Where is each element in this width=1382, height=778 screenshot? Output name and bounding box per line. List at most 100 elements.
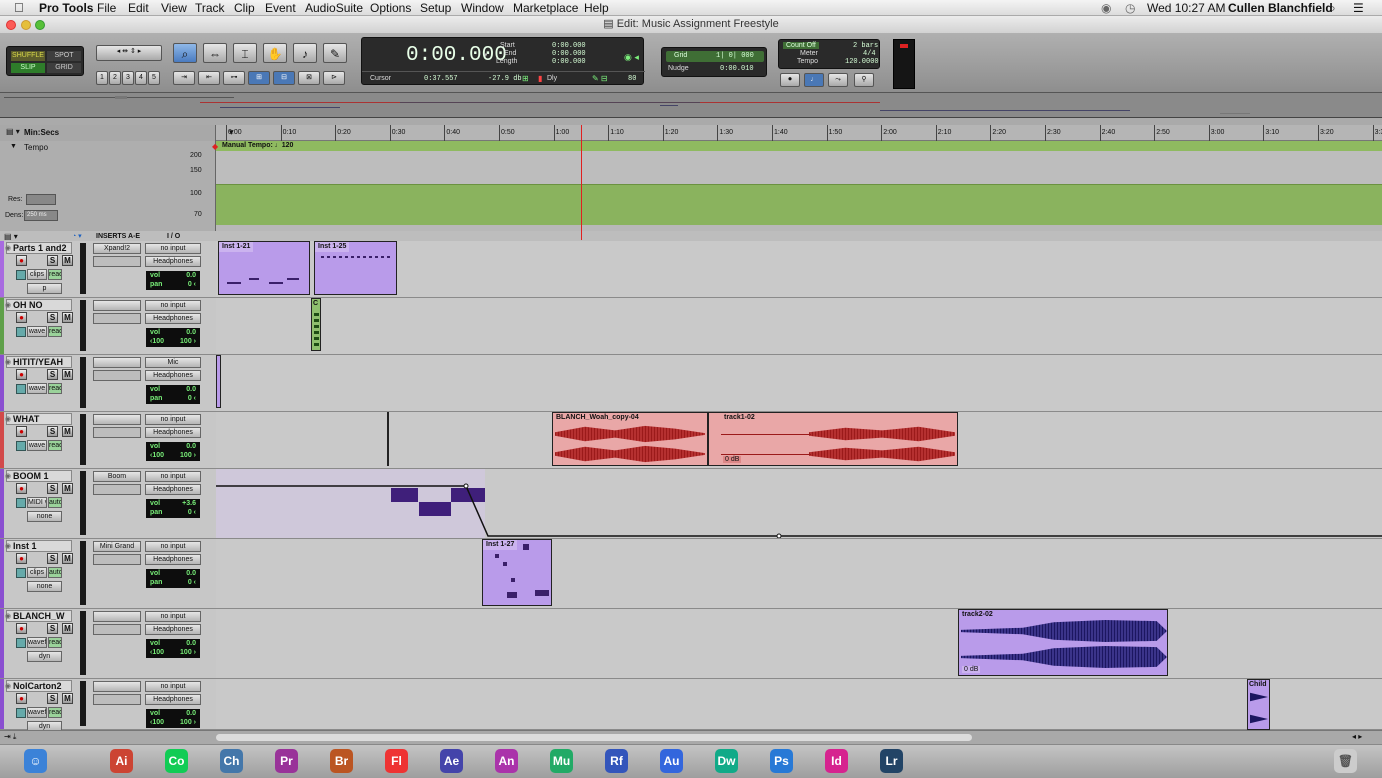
- selector-tool-icon[interactable]: ⌶: [233, 43, 257, 63]
- clip-track1-02[interactable]: track1-02 0 dB: [708, 412, 958, 466]
- clip-inst-1-21[interactable]: Inst 1-21: [218, 241, 310, 295]
- clip-hitit[interactable]: [216, 355, 221, 408]
- insert-slot-b[interactable]: [93, 427, 141, 438]
- track-row[interactable]: Inst 1 ◉ ● S M clips auto read Mini Gran…: [0, 539, 1382, 609]
- dock-app-icon[interactable]: Fl: [385, 749, 408, 773]
- insert-slot-b[interactable]: [93, 256, 141, 267]
- clip-gain[interactable]: 0 dB: [723, 456, 742, 463]
- zoom-preset-4[interactable]: 4: [135, 71, 147, 85]
- volume-pan-display[interactable]: vol 0.0 ‹100 100 ›: [146, 639, 200, 658]
- track-row[interactable]: OH NO ◉ ● S M wave read no input Headpho…: [0, 298, 1382, 355]
- link-timeline-icon[interactable]: ⇤: [198, 71, 220, 85]
- menu-app-name[interactable]: Pro Tools: [39, 0, 93, 16]
- track-view-selector[interactable]: wave: [27, 383, 47, 394]
- zoom-preset-2[interactable]: 2: [109, 71, 121, 85]
- boom-automation-line[interactable]: [216, 468, 1382, 538]
- volume-value[interactable]: +3.6: [182, 500, 196, 508]
- notifications-icon[interactable]: ☰: [1353, 0, 1364, 16]
- dock-app-icon[interactable]: Pr: [275, 749, 298, 773]
- automation-mode-selector[interactable]: auto read: [48, 497, 62, 508]
- minimize-window-button[interactable]: [21, 20, 31, 30]
- mute-button[interactable]: M: [62, 553, 73, 564]
- automation-mode-selector[interactable]: read: [48, 326, 62, 337]
- pre-post-roll-icon[interactable]: ◉ ◂: [624, 52, 639, 63]
- wifi-icon[interactable]: ◉: [1101, 0, 1111, 16]
- slip-mode-button[interactable]: SLIP: [11, 63, 45, 73]
- track-list-menu-icon[interactable]: ▤ ▾: [4, 232, 18, 241]
- link-track-icon[interactable]: ⊶: [223, 71, 245, 85]
- trim-tool-icon[interactable]: ⇔: [203, 43, 227, 63]
- zoom-preset-3[interactable]: 3: [122, 71, 134, 85]
- solo-button[interactable]: S: [47, 483, 58, 494]
- menu-view[interactable]: View: [161, 0, 187, 16]
- volume-value[interactable]: 0.0: [186, 386, 196, 394]
- elastic-audio-icon[interactable]: [16, 568, 26, 578]
- scrubber-tool-icon[interactable]: ♪: [293, 43, 317, 63]
- timemachine-icon[interactable]: ◷: [1125, 0, 1135, 16]
- pan-right[interactable]: 0 ‹: [188, 395, 196, 403]
- track-name[interactable]: HITIT/YEAH: [6, 356, 72, 368]
- menu-file[interactable]: File: [97, 0, 116, 16]
- menu-help[interactable]: Help: [584, 0, 609, 16]
- track-name[interactable]: OH NO: [6, 299, 72, 311]
- pan-left[interactable]: pan: [150, 281, 162, 289]
- track-view-selector[interactable]: clips: [27, 269, 47, 280]
- track-name[interactable]: Inst 1: [6, 540, 72, 552]
- count-off-button[interactable]: Count Off: [783, 42, 819, 49]
- menu-window[interactable]: Window: [461, 0, 504, 16]
- volume-pan-display[interactable]: vol +3.6 pan 0 ‹: [146, 499, 200, 518]
- midi-merge-icon[interactable]: ⤳: [828, 73, 848, 87]
- track-select-icon[interactable]: ◉: [5, 358, 11, 366]
- track-select-icon[interactable]: ◉: [5, 682, 11, 690]
- track-row[interactable]: HITIT/YEAH ◉ ● S M wave read Mic Headpho…: [0, 355, 1382, 412]
- elastic-audio-icon[interactable]: [16, 270, 26, 280]
- solo-button[interactable]: S: [47, 553, 58, 564]
- clip-inst-1-25[interactable]: Inst 1-25: [314, 241, 397, 295]
- meter-value[interactable]: 4/4: [863, 50, 876, 58]
- volume-pan-display[interactable]: vol 0.0 pan 0 ‹: [146, 569, 200, 588]
- track-select-icon[interactable]: ◉: [5, 415, 11, 423]
- insertion-follows-icon[interactable]: ⊟: [273, 71, 295, 85]
- menu-event[interactable]: Event: [265, 0, 296, 16]
- playhead-cursor-icon[interactable]: ▾: [229, 127, 234, 138]
- dock-app-icon[interactable]: An: [495, 749, 518, 773]
- pan-left[interactable]: pan: [150, 579, 162, 587]
- clip-child[interactable]: Child: [1247, 679, 1270, 730]
- output-selector[interactable]: Headphones: [145, 484, 201, 495]
- length-value[interactable]: 0:00.000: [552, 58, 586, 66]
- grid-mode-button[interactable]: GRID: [47, 63, 81, 73]
- pan-left[interactable]: ‹100: [150, 338, 164, 346]
- record-arm-icon[interactable]: ●: [16, 483, 27, 494]
- record-arm-icon[interactable]: ●: [16, 623, 27, 634]
- pan-right[interactable]: 100 ›: [180, 649, 196, 657]
- insert-slot-b[interactable]: [93, 694, 141, 705]
- counter-dropdown-icon[interactable]: ▾: [484, 51, 488, 59]
- record-arm-icon[interactable]: ●: [16, 255, 27, 266]
- track-view2-selector[interactable]: dyn: [27, 651, 62, 662]
- clip-oh-no[interactable]: C: [311, 298, 321, 351]
- insert-slot-a[interactable]: Boom: [93, 471, 141, 482]
- solo-button[interactable]: S: [47, 426, 58, 437]
- track-name[interactable]: BLANCH_W: [6, 610, 72, 622]
- solo-button[interactable]: S: [47, 255, 58, 266]
- output-selector[interactable]: Headphones: [145, 256, 201, 267]
- dock-app-icon[interactable]: Br: [330, 749, 353, 773]
- track-view2-selector[interactable]: p: [27, 283, 62, 294]
- edit-pencil-icon[interactable]: ✎ ⊟: [592, 74, 608, 83]
- zoom-preset-5[interactable]: 5: [148, 71, 160, 85]
- pan-right[interactable]: 0 ‹: [188, 579, 196, 587]
- pan-right[interactable]: 0 ‹: [188, 509, 196, 517]
- track-select-icon[interactable]: ◉: [5, 542, 11, 550]
- pan-right[interactable]: 100 ›: [180, 452, 196, 460]
- insert-slot-a[interactable]: [93, 300, 141, 311]
- mute-button[interactable]: M: [62, 426, 73, 437]
- track-select-icon[interactable]: ◉: [5, 244, 11, 252]
- mute-button[interactable]: M: [62, 312, 73, 323]
- track-select-icon[interactable]: ◉: [5, 472, 11, 480]
- pan-left[interactable]: pan: [150, 509, 162, 517]
- count-off-value[interactable]: 2 bars: [853, 42, 878, 50]
- dock-app-icon[interactable]: Id: [825, 749, 848, 773]
- volume-value[interactable]: 0.0: [186, 329, 196, 337]
- dock-app-icon[interactable]: Ae: [440, 749, 463, 773]
- record-arm-icon[interactable]: ●: [16, 369, 27, 380]
